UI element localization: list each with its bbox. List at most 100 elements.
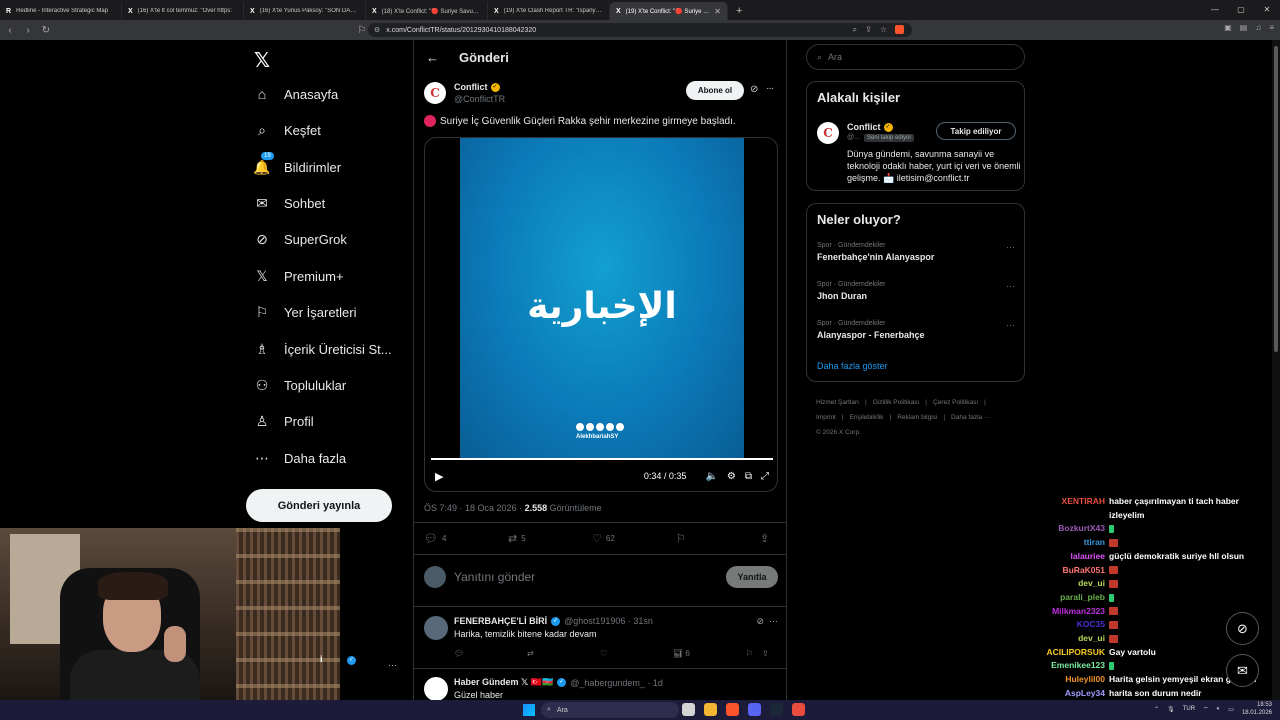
post-author[interactable]: C Conflict ✓ @ConflictTR	[424, 82, 505, 104]
reply-item[interactable]: FENERBAHÇE'Lİ BİRİ ✓ @ghost191906 · 31sn…	[424, 616, 778, 666]
post-timestamp[interactable]: ÖS 7:49 · 18 Oca 2026 ·	[424, 503, 525, 513]
bookmark-icon[interactable]: ⚐	[676, 532, 686, 545]
footer-link[interactable]: Daha fazla ···	[951, 414, 990, 421]
video-player[interactable]: الإخبارية AlekhbariahSY ▶ 0:34 / 0:35 🔈 …	[424, 137, 778, 492]
reload-icon[interactable]: ↻	[38, 25, 54, 36]
share-icon[interactable]: ⇪	[760, 532, 769, 545]
footer-link[interactable]: © 2026 X Corp.	[816, 429, 861, 436]
steam-icon[interactable]	[770, 703, 783, 716]
tab-title[interactable]: (19) X'te Conflict: "🔴 Suriye İç G	[626, 8, 710, 15]
heart-icon[interactable]: ♡	[600, 649, 673, 658]
footer-link[interactable]: Gizlilik Politikası	[873, 399, 920, 406]
footer-link[interactable]: Erişilebilirlik	[850, 414, 884, 421]
author-name-row[interactable]: Conflict ✓	[454, 82, 505, 92]
nav-label[interactable]: Topluluklar	[284, 378, 346, 393]
related-name-row[interactable]: Conflict ✓	[847, 122, 893, 132]
video-progress-bar[interactable]	[431, 458, 773, 460]
footer-link[interactable]: Hizmet Şartları	[816, 399, 859, 406]
reply-action[interactable]: 💬︎ 4	[424, 532, 508, 545]
star-icon[interactable]: ☆	[880, 25, 887, 35]
back-arrow-icon[interactable]: ←	[426, 50, 439, 65]
nav-item[interactable]: ⊘ SuperGrok	[254, 231, 347, 247]
speaker-icon[interactable]: 🔈︎	[1217, 706, 1221, 713]
scrollbar-thumb[interactable]	[1274, 46, 1278, 352]
chat-username[interactable]: Milkman2323	[1034, 606, 1105, 616]
pip-icon[interactable]: ⧉	[745, 471, 752, 482]
grok-icon[interactable]: ⊘	[756, 616, 764, 627]
trend-name[interactable]: Jhon Duran	[817, 291, 1015, 301]
nav-label[interactable]: Keşfet	[284, 123, 321, 138]
footer-link[interactable]: Reklam bilgisi	[897, 414, 937, 421]
nav-item[interactable]: ✉ Sohbet	[254, 195, 325, 211]
x-logo-icon[interactable]: 𝕏	[254, 48, 270, 73]
nav-label[interactable]: SuperGrok	[284, 232, 347, 247]
reply-icon[interactable]: 💬︎	[454, 649, 527, 658]
share-action[interactable]: ⇪	[760, 532, 769, 545]
chat-username[interactable]: parali_pleb	[1034, 592, 1105, 602]
more-options-icon[interactable]: ···	[766, 83, 774, 94]
close-tab-icon[interactable]: ✕	[714, 7, 721, 16]
wallet-icon[interactable]: ▤	[1240, 23, 1248, 32]
extensions-icon[interactable]: ▣	[1224, 23, 1232, 32]
bookmark-icon[interactable]: ⚐	[746, 649, 762, 658]
taskbar-search[interactable]: ⌕ Ara	[541, 702, 679, 718]
language-indicator[interactable]: TUR	[1183, 706, 1195, 712]
chat-username[interactable]: Emenikee123	[1034, 660, 1105, 670]
search-input[interactable]: ⌕ Ara	[806, 44, 1025, 70]
tab-title[interactable]: (19) X'te Clash Report TR: "İspanya B	[504, 8, 603, 14]
browser-tab[interactable]: X (19) X'te Clash Report TR: "İspanya B	[488, 2, 610, 20]
wifi-icon[interactable]: ⌔	[1203, 705, 1209, 713]
chat-username[interactable]: lalauriee	[1034, 551, 1106, 561]
nav-label[interactable]: Premium+	[284, 269, 344, 284]
reply-avatar[interactable]	[424, 677, 448, 700]
user-avatar[interactable]	[424, 566, 446, 588]
more-options-icon[interactable]: ···	[1006, 242, 1015, 252]
more-options-icon[interactable]: ···	[1006, 320, 1015, 330]
nav-label[interactable]: Profil	[284, 414, 314, 429]
zoom-icon[interactable]: ⌕	[853, 25, 857, 35]
more-options-icon[interactable]: ···	[769, 616, 778, 626]
back-icon[interactable]: ‹	[2, 25, 18, 36]
settings-gear-icon[interactable]: ⚙	[727, 471, 736, 482]
author-handle[interactable]: @ConflictTR	[454, 94, 505, 104]
fullscreen-icon[interactable]: ⤢	[761, 471, 769, 482]
browser-tab[interactable]: X (19) X'te Conflict: "🔴 Suriye İç G ✕	[610, 2, 728, 20]
folder-icon[interactable]	[704, 703, 717, 716]
nav-label[interactable]: Yer İşaretleri	[284, 305, 357, 320]
nav-item[interactable]: ⋯ Daha fazla	[254, 450, 346, 466]
browser-tab[interactable]: X (18) X'te Conflict: "🔴 Suriye Savunm	[366, 2, 488, 20]
nav-label[interactable]: Anasayfa	[284, 87, 338, 102]
new-tab-button[interactable]: +	[728, 2, 750, 20]
chat-username[interactable]: XENTIRAH	[1034, 496, 1105, 506]
video-frame[interactable]: الإخبارية AlekhbariahSY	[460, 138, 744, 460]
tab-title[interactable]: (16) X'te Yunus Paksoy: "SON DAKİKA	[260, 8, 359, 14]
browser-tab[interactable]: R Redline - Interactive Strategic Map	[0, 2, 122, 20]
chat-username[interactable]: Huleylil00	[1034, 674, 1105, 684]
nav-label[interactable]: Sohbet	[284, 196, 325, 211]
grok-icon[interactable]: ⊘	[750, 84, 758, 95]
bookmark-action[interactable]: ⚐	[676, 532, 760, 545]
tab-title[interactable]: (18) X'te Conflict: "🔴 Suriye Savunm	[382, 8, 481, 15]
forward-icon[interactable]: ›	[20, 25, 36, 36]
chat-username[interactable]: BuRaK051	[1034, 565, 1105, 575]
repost-icon[interactable]: ⇄	[527, 649, 600, 658]
tray-chevron-icon[interactable]: ⌃	[1154, 706, 1159, 713]
battery-icon[interactable]: ▭	[1228, 706, 1234, 713]
chat-username[interactable]: KOC35	[1034, 619, 1105, 629]
menu-icon[interactable]: ≡	[1269, 23, 1274, 32]
nav-item[interactable]: ♗ İçerik Üreticisi St...	[254, 341, 392, 357]
reply-button[interactable]: Yanıtla	[726, 566, 778, 588]
nav-item[interactable]: ⚇ Topluluklar	[254, 377, 346, 393]
chat-username[interactable]: dev_ui	[1034, 633, 1105, 643]
media-icon[interactable]: ♫	[1255, 23, 1261, 32]
search-placeholder[interactable]: Ara	[828, 52, 842, 62]
nav-label[interactable]: Daha fazla	[284, 451, 346, 466]
author-avatar[interactable]: C	[424, 82, 446, 104]
chat-username[interactable]: ACILIPORSUK	[1034, 647, 1105, 657]
related-name[interactable]: Conflict	[847, 122, 881, 132]
maximize-icon[interactable]: ▢	[1228, 0, 1254, 20]
repost-icon[interactable]: ⇄	[508, 532, 517, 545]
trend-item[interactable]: Spor · Gündemdekiler Alanyaspor - Fenerba…	[817, 320, 1015, 340]
nav-item[interactable]: ⚐ Yer İşaretleri	[254, 304, 357, 320]
chat-username[interactable]: BozkurtX43	[1034, 523, 1105, 533]
